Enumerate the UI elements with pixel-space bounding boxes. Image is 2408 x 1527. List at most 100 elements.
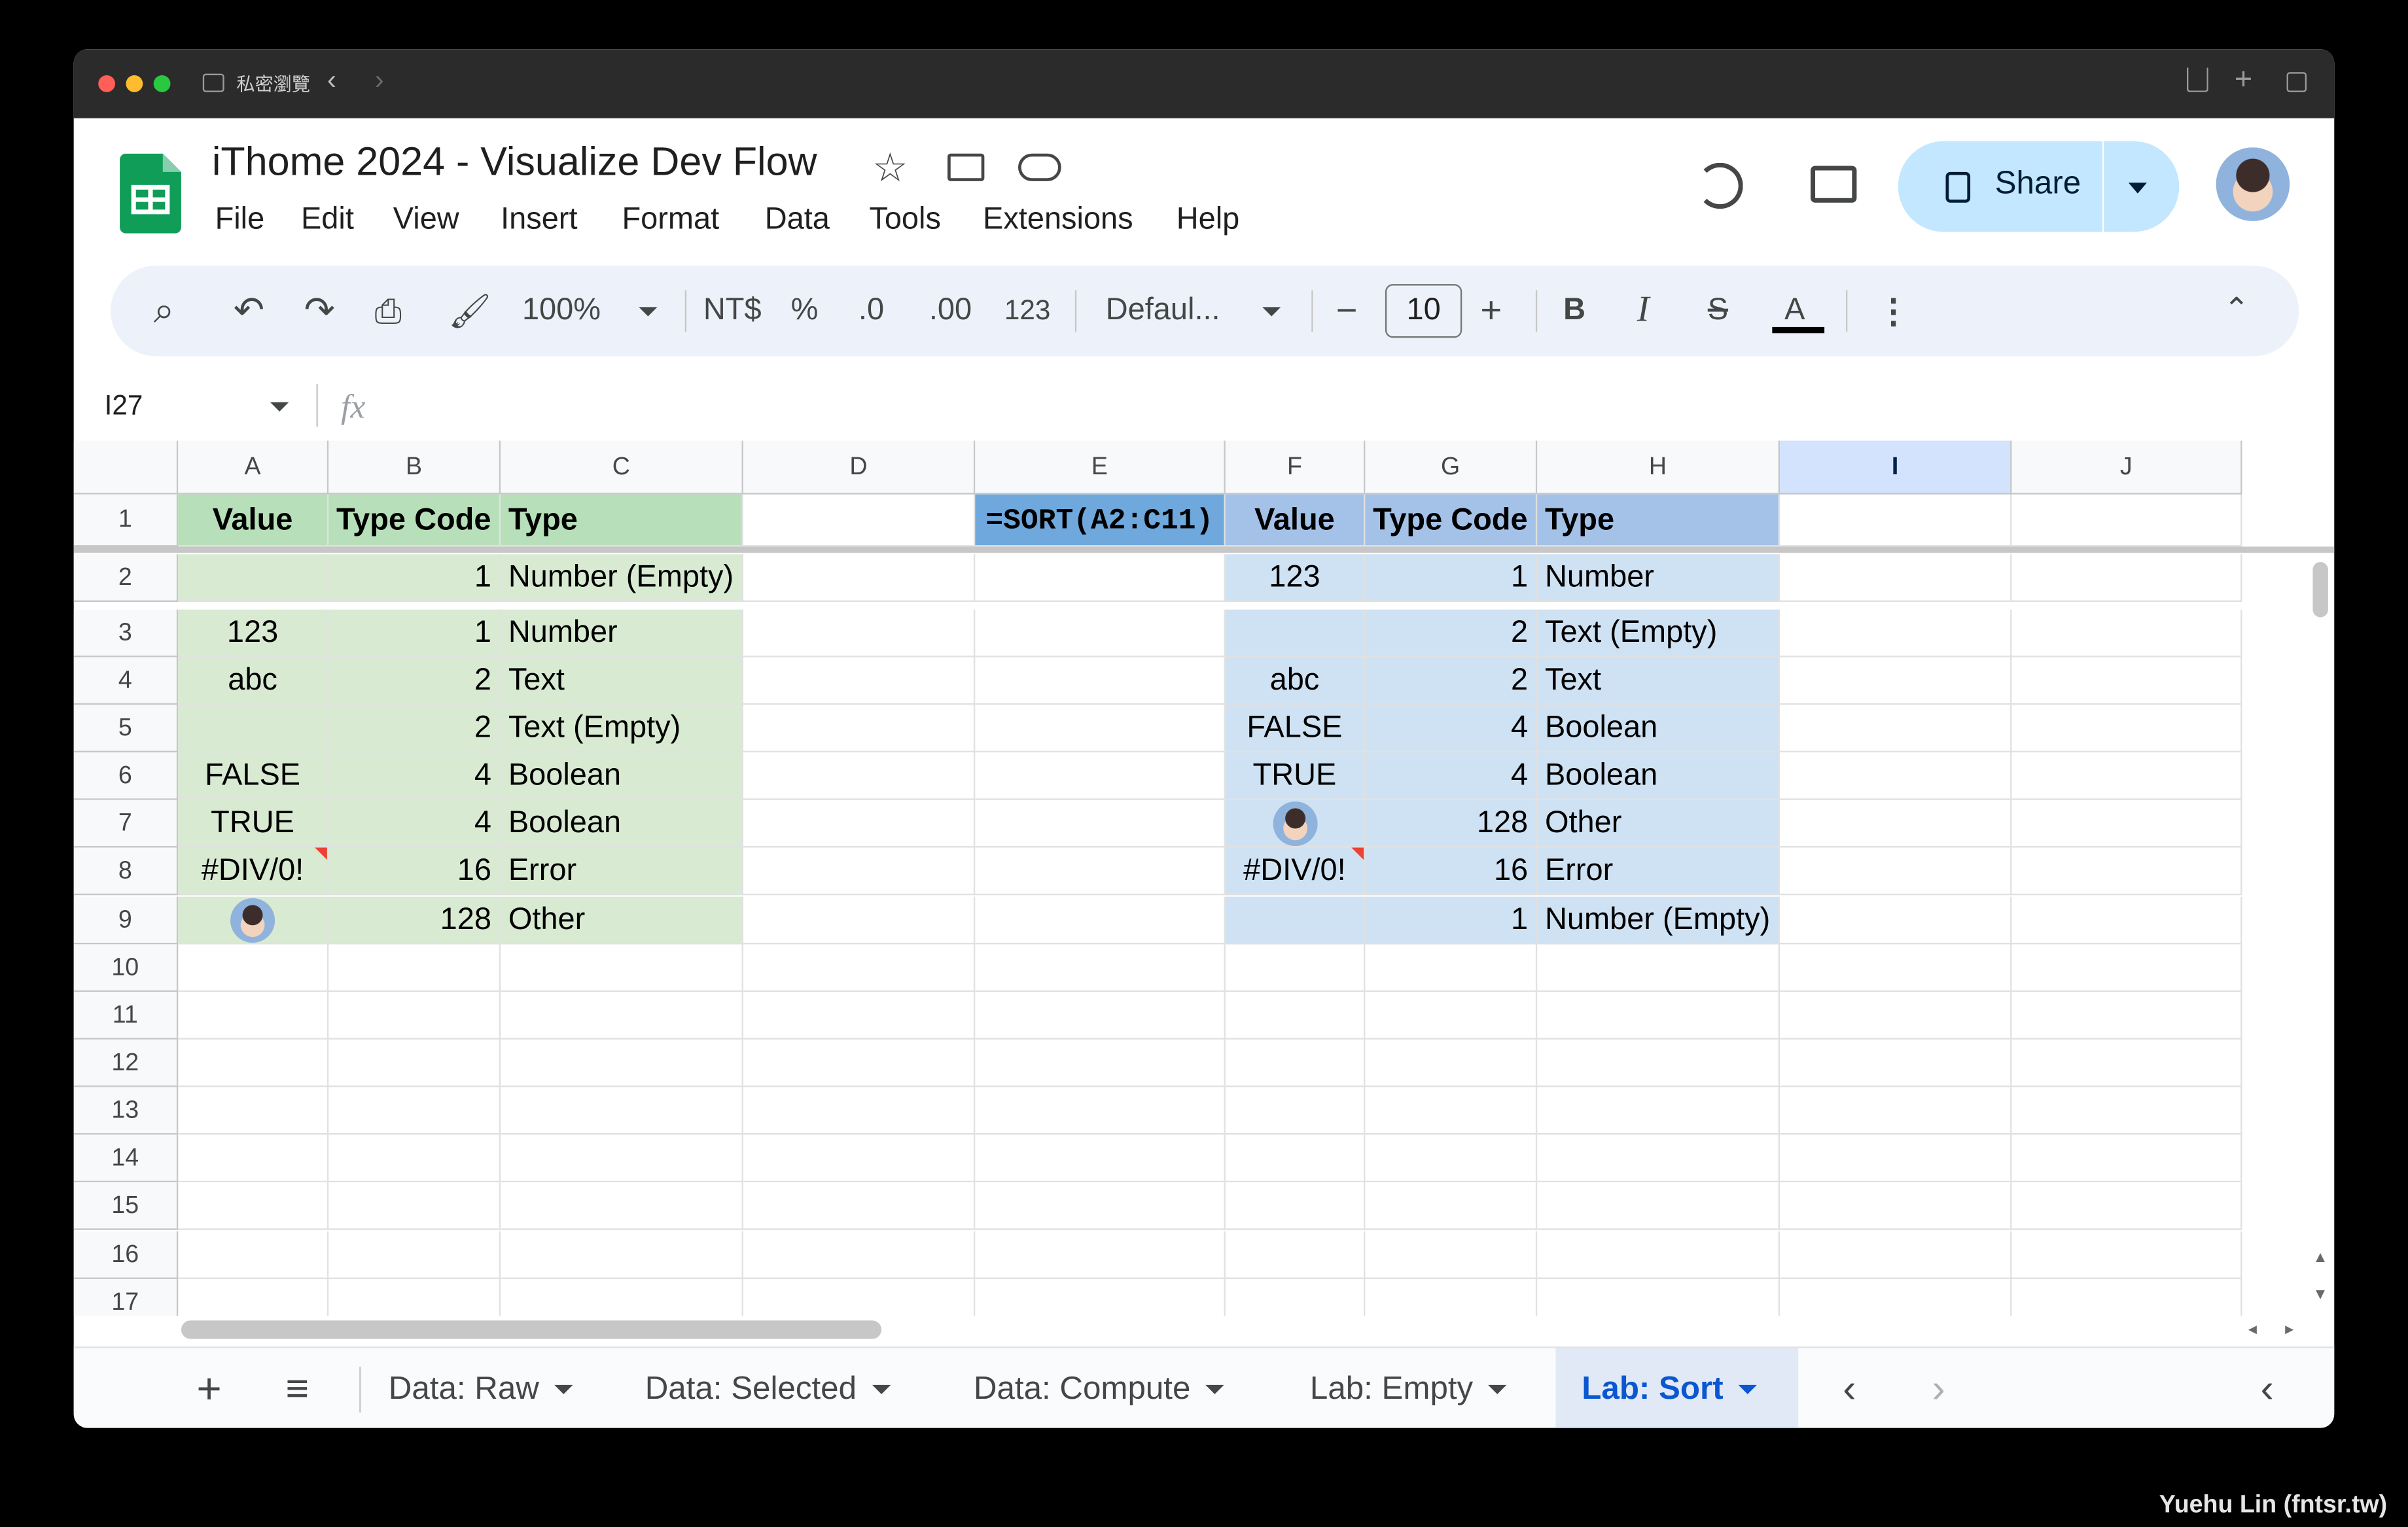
- cell[interactable]: [975, 609, 1226, 658]
- menu-view[interactable]: View: [393, 203, 459, 238]
- tab-overview-icon[interactable]: [2286, 72, 2307, 92]
- cell[interactable]: [743, 609, 976, 658]
- cell[interactable]: [1780, 1182, 2012, 1230]
- more-options-icon[interactable]: ⋮: [1877, 266, 1911, 356]
- sidebar-icon[interactable]: [202, 73, 224, 92]
- data-cell[interactable]: 1: [328, 554, 501, 602]
- move-icon[interactable]: [947, 153, 985, 181]
- doc-title[interactable]: iThome 2024 - Visualize Dev Flow: [212, 138, 817, 186]
- cell[interactable]: [743, 1182, 976, 1230]
- tab-menu-icon[interactable]: [872, 1385, 891, 1395]
- cell[interactable]: [1225, 1231, 1366, 1279]
- tab-data-compute[interactable]: Data: Compute: [974, 1348, 1225, 1428]
- cell[interactable]: [2011, 1278, 2242, 1316]
- cell[interactable]: [743, 1278, 976, 1316]
- data-cell[interactable]: 1: [1365, 554, 1538, 602]
- data-cell[interactable]: 16: [1365, 847, 1538, 896]
- cell[interactable]: [501, 1182, 743, 1230]
- cell[interactable]: [975, 554, 1226, 602]
- data-cell[interactable]: abc: [1225, 657, 1366, 705]
- cell[interactable]: [975, 1182, 1226, 1230]
- cell[interactable]: [2011, 944, 2242, 992]
- row-header-12[interactable]: 12: [73, 1039, 179, 1087]
- cell[interactable]: [1780, 944, 2012, 992]
- tab-lab-empty[interactable]: Lab: Empty: [1310, 1348, 1507, 1428]
- increase-font-size-button[interactable]: +: [1480, 266, 1502, 356]
- data-cell[interactable]: #DIV/0!: [178, 847, 329, 896]
- data-cell[interactable]: FALSE: [1225, 705, 1366, 752]
- menu-data[interactable]: Data: [765, 203, 830, 238]
- menu-insert[interactable]: Insert: [501, 203, 577, 238]
- cell[interactable]: [2011, 752, 2242, 800]
- row-header-3[interactable]: 3: [73, 609, 179, 658]
- cell[interactable]: [501, 1039, 743, 1087]
- cell[interactable]: [1780, 1039, 2012, 1087]
- tab-menu-icon[interactable]: [1739, 1385, 1758, 1395]
- minimize-window-button[interactable]: [126, 75, 143, 92]
- data-cell[interactable]: Text: [501, 657, 743, 705]
- column-header-e[interactable]: E: [975, 440, 1226, 495]
- row-header-1[interactable]: 1: [73, 494, 179, 547]
- cell[interactable]: [1780, 705, 2012, 752]
- cell[interactable]: [1537, 1231, 1780, 1279]
- data-cell[interactable]: [178, 705, 329, 752]
- menu-file[interactable]: File: [215, 203, 265, 238]
- formula-input[interactable]: [397, 387, 2239, 427]
- data-cell[interactable]: Boolean: [501, 752, 743, 800]
- currency-format-button[interactable]: NT$: [703, 266, 762, 356]
- data-cell[interactable]: Number: [1537, 554, 1780, 602]
- cell[interactable]: [1537, 944, 1780, 992]
- strikethrough-button[interactable]: S: [1708, 266, 1728, 356]
- name-box-dropdown-icon[interactable]: [270, 402, 289, 412]
- scroll-left-icon[interactable]: ◂: [2248, 1319, 2257, 1339]
- cell[interactable]: [178, 944, 329, 992]
- cell[interactable]: [743, 705, 976, 752]
- percent-format-button[interactable]: %: [791, 266, 819, 356]
- forward-icon[interactable]: ›: [375, 65, 384, 97]
- data-cell[interactable]: 4: [328, 799, 501, 848]
- data-cell[interactable]: abc: [178, 657, 329, 705]
- data-cell[interactable]: Boolean: [1537, 752, 1780, 800]
- cell[interactable]: [501, 1134, 743, 1183]
- cell[interactable]: [1780, 1231, 2012, 1279]
- cell[interactable]: [2011, 1231, 2242, 1279]
- cell[interactable]: [1780, 799, 2012, 848]
- header-cell[interactable]: Type: [1537, 494, 1780, 547]
- data-cell[interactable]: Error: [1537, 847, 1780, 896]
- number-format-button[interactable]: 123: [1004, 266, 1051, 356]
- italic-button[interactable]: I: [1637, 266, 1650, 356]
- cell[interactable]: [1780, 1278, 2012, 1316]
- cell[interactable]: [743, 896, 976, 945]
- data-cell[interactable]: 2: [328, 657, 501, 705]
- error-indicator-icon[interactable]: [1351, 847, 1364, 860]
- cell[interactable]: [178, 992, 329, 1040]
- close-window-button[interactable]: [98, 75, 116, 92]
- data-cell[interactable]: Boolean: [501, 799, 743, 848]
- menu-help[interactable]: Help: [1177, 203, 1240, 238]
- cell[interactable]: [328, 1087, 501, 1135]
- scroll-down-icon[interactable]: ▼: [2312, 1287, 2328, 1304]
- cell[interactable]: [2011, 1134, 2242, 1183]
- cell[interactable]: [1365, 1231, 1538, 1279]
- row-header-2[interactable]: 2: [73, 554, 179, 602]
- cell[interactable]: [1365, 1087, 1538, 1135]
- undo-icon[interactable]: ↶: [234, 266, 264, 356]
- cell[interactable]: [1365, 1278, 1538, 1316]
- cell[interactable]: [743, 657, 976, 705]
- tab-data-selected[interactable]: Data: Selected: [645, 1348, 891, 1428]
- cell[interactable]: [975, 1134, 1226, 1183]
- account-avatar[interactable]: [2216, 147, 2290, 221]
- data-cell[interactable]: Number (Empty): [501, 554, 743, 602]
- cell[interactable]: [975, 1039, 1226, 1087]
- font-dropdown-icon[interactable]: [1262, 307, 1281, 317]
- tabs-scroll-right-icon[interactable]: ›: [1932, 1348, 1945, 1428]
- vertical-scrollbar-thumb[interactable]: [2312, 561, 2328, 618]
- data-cell[interactable]: 4: [1365, 705, 1538, 752]
- version-history-icon[interactable]: [1697, 162, 1743, 209]
- tab-lab-sort[interactable]: Lab: Sort: [1555, 1348, 1799, 1428]
- cell[interactable]: [1537, 1039, 1780, 1087]
- cell[interactable]: [1780, 752, 2012, 800]
- cell[interactable]: [1537, 1134, 1780, 1183]
- cell[interactable]: [743, 992, 976, 1040]
- data-cell[interactable]: [178, 554, 329, 602]
